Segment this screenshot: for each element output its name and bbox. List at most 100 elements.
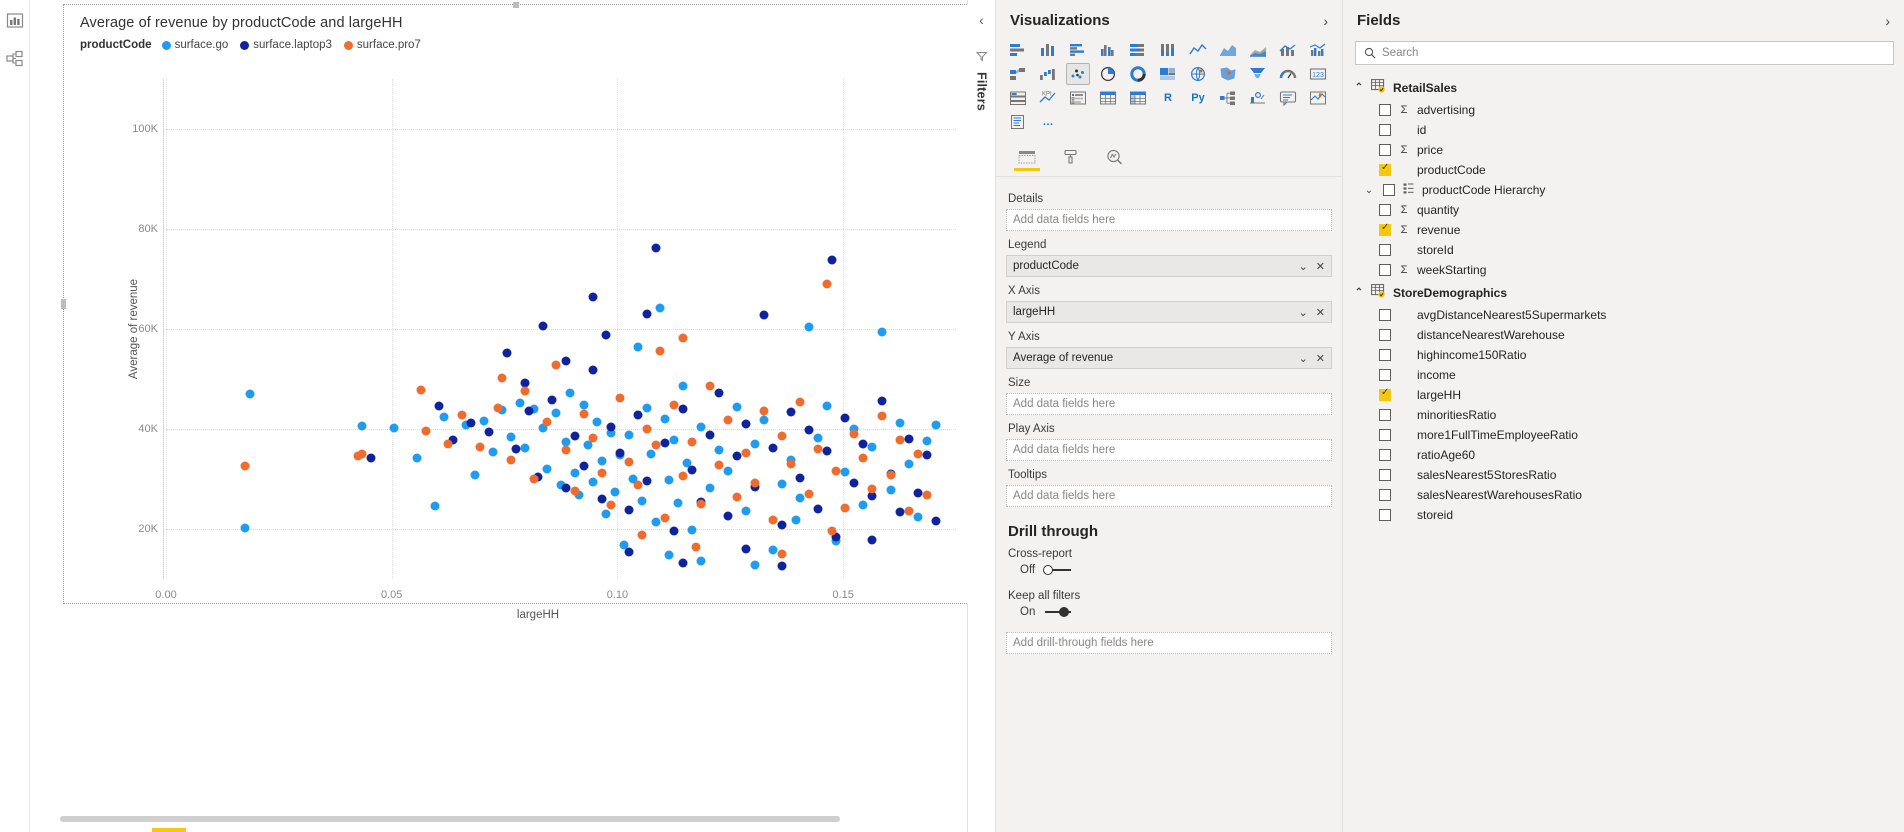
line-stacked-column-chart-icon[interactable] [1276,39,1300,61]
scatter-point[interactable] [759,310,769,320]
field-item-ratioage60[interactable]: ΣratioAge60 [1351,445,1904,465]
scatter-point[interactable] [867,442,877,451]
scatter-point[interactable] [551,408,561,418]
field-checkbox[interactable] [1379,469,1391,481]
scatter-point[interactable] [421,426,431,435]
scatter-point[interactable] [493,403,503,413]
scatter-point[interactable] [506,432,516,441]
scatter-point[interactable] [827,255,837,265]
scatter-point[interactable] [669,526,679,536]
scatter-point[interactable] [813,504,823,513]
scatter-point[interactable] [723,511,733,520]
field-item-storeid[interactable]: Σstoreid [1351,505,1904,525]
field-checkbox[interactable] [1379,409,1391,421]
100-stacked-bar-chart-icon[interactable] [1126,39,1150,61]
chevron-up-icon[interactable]: ⌃ [1353,82,1365,93]
scatter-point[interactable] [831,466,841,476]
scatter-point[interactable] [678,333,688,343]
scatter-point[interactable] [646,449,656,458]
scatter-point[interactable] [786,407,796,417]
field-checkbox[interactable] [1379,387,1391,401]
scatter-point[interactable] [867,535,877,544]
field-checkbox[interactable] [1379,222,1391,236]
scatter-point[interactable] [597,468,607,478]
well-details[interactable]: Add data fields here [1006,209,1332,231]
scatter-point[interactable] [804,425,814,435]
scatter-point[interactable] [877,396,886,406]
field-table-storedemographics[interactable]: ⌃ StoreDemographics [1351,280,1904,305]
scatter-point[interactable] [597,456,607,466]
scatter-point[interactable] [768,545,778,554]
scatter-point[interactable] [430,501,440,511]
scatter-point[interactable] [547,395,557,404]
scatter-point[interactable] [588,365,598,375]
stacked-column-chart-icon[interactable] [1036,39,1060,61]
scatter-point[interactable] [561,356,570,366]
filter-funnel-icon[interactable] [975,50,988,68]
scatter-point[interactable] [479,416,489,426]
field-item-productcode[interactable]: ΣproductCode [1351,160,1904,180]
scatter-point[interactable] [633,480,643,490]
scatter-point[interactable] [904,506,914,516]
scatter-point[interactable] [732,402,742,411]
scatter-point[interactable] [366,453,376,463]
report-canvas[interactable]: Average of revenue by productCode and la… [30,0,969,832]
scatter-point[interactable] [443,439,453,448]
scatter-point[interactable] [642,424,652,433]
donut-chart-icon[interactable] [1126,63,1150,85]
scatter-point[interactable] [633,410,643,419]
scatter-point[interactable] [849,429,859,438]
scatter-point[interactable] [488,447,498,457]
line-clustered-column-chart-icon[interactable] [1306,39,1330,61]
well-y-axis[interactable]: Average of revenue ⌄ ✕ [1006,347,1332,369]
scatter-point[interactable] [416,385,426,394]
scatter-point[interactable] [511,444,521,453]
scatter-point[interactable] [904,459,914,468]
scatter-point[interactable] [389,423,399,432]
scatter-point[interactable] [777,549,787,558]
scatter-point[interactable] [357,449,367,458]
scatter-point[interactable] [696,499,706,508]
scatter-point[interactable] [777,431,787,441]
chevron-down-icon[interactable]: ⌄ [1363,185,1375,196]
scatter-point[interactable] [759,406,769,415]
python-visual-icon[interactable]: Py [1186,87,1210,109]
scatter-point[interactable] [565,388,575,398]
decomposition-tree-icon[interactable] [1216,87,1240,109]
scatter-point[interactable] [601,509,611,518]
scatter-point[interactable] [813,444,823,454]
paginated-report-icon[interactable] [1006,111,1030,133]
scatter-point[interactable] [895,507,905,517]
scatter-point[interactable] [357,421,367,431]
field-checkbox[interactable] [1379,144,1391,156]
scatter-point[interactable] [457,410,467,420]
field-checkbox[interactable] [1379,104,1391,116]
scatter-point[interactable] [655,303,665,313]
visual-settings-tabs[interactable] [996,141,1342,177]
matrix-icon[interactable] [1126,87,1150,109]
area-chart-icon[interactable] [1216,39,1240,61]
scatter-point[interactable] [777,561,787,571]
scatter-point[interactable] [588,292,598,302]
scatter-point[interactable] [840,413,850,422]
field-item-weekstarting[interactable]: ΣweekStarting [1351,260,1904,280]
scatter-point[interactable] [542,417,552,427]
field-wells[interactable]: Details Add data fields here Legend product… [996,177,1342,507]
field-checkbox[interactable] [1379,329,1391,341]
scatter-point[interactable] [637,496,647,506]
scatter-point[interactable] [795,493,805,503]
scatter-point[interactable] [840,467,850,477]
scatter-point[interactable] [624,457,634,467]
field-item-income[interactable]: Σincome [1351,365,1904,385]
scatter-point[interactable] [858,439,868,449]
field-checkbox[interactable] [1379,429,1391,441]
scatter-point[interactable] [615,393,625,403]
scatter-point[interactable] [579,409,589,418]
scatter-point[interactable] [579,461,589,471]
scatter-point[interactable] [651,243,661,253]
scatter-point[interactable] [240,523,250,533]
scatter-point[interactable] [655,346,665,355]
field-checkbox[interactable] [1383,184,1395,196]
ribbon-chart-icon[interactable] [1006,63,1030,85]
clustered-column-chart-icon[interactable] [1096,39,1120,61]
